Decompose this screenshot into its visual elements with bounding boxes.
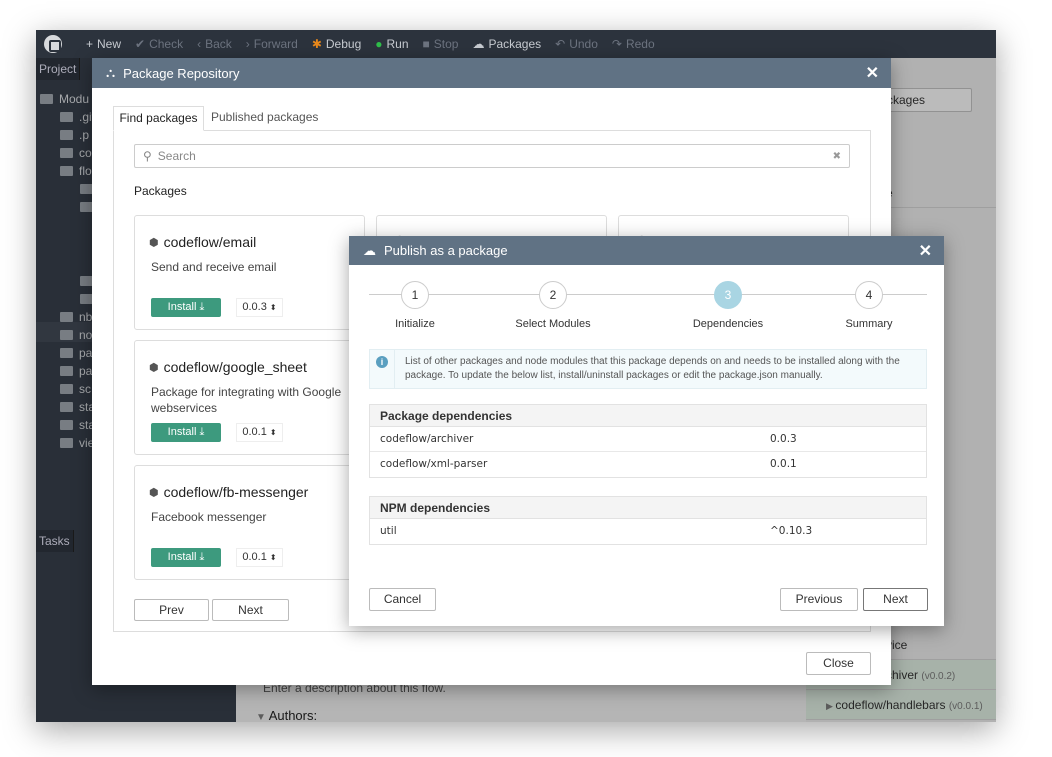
toolbar-debug[interactable]: ✱ Debug	[312, 37, 361, 51]
toolbar-undo[interactable]: ↶ Undo	[555, 37, 598, 51]
tab-find-packages[interactable]: Find packages	[113, 106, 204, 131]
cube-icon: ⬢	[149, 361, 159, 374]
step-2[interactable]: 2	[539, 281, 567, 309]
stepper-line	[369, 294, 927, 295]
sort-icon: ⬍	[269, 553, 277, 562]
sort-icon: ⬍	[269, 428, 277, 437]
package-name: codeflow/email	[163, 234, 257, 250]
cloud-icon: ☁	[472, 37, 485, 51]
cancel-button[interactable]: Cancel	[369, 588, 436, 611]
step-3[interactable]: 3	[714, 281, 742, 309]
toolbar-run[interactable]: ● Run	[375, 37, 408, 51]
sort-icon: ⬍	[269, 303, 277, 312]
search-input[interactable]: ⚲ Search ✖	[134, 144, 850, 168]
modal-header: ☁ Publish as a package ✕	[349, 236, 944, 265]
package-card: ⬢ codeflow/email Send and receive email Ins…	[134, 215, 365, 330]
info-icon: i	[376, 356, 388, 368]
prev-button[interactable]: Prev	[134, 599, 209, 621]
cloud-upload-icon: ☁	[363, 242, 376, 258]
plus-icon: +	[86, 37, 94, 51]
npm-dependencies-table: NPM dependencies util ^0.10.3	[369, 496, 927, 545]
close-button[interactable]: Close	[806, 652, 871, 675]
package-description: Package for integrating with Google webs…	[151, 385, 342, 415]
step-label: Summary	[845, 318, 893, 330]
version-select[interactable]: 0.0.3 ⬍	[236, 298, 283, 317]
stop-icon: ■	[422, 37, 430, 51]
version-select[interactable]: 0.0.1 ⬍	[236, 548, 283, 567]
table-row: codeflow/archiver 0.0.3	[370, 427, 926, 452]
clear-icon[interactable]: ✖	[833, 151, 841, 162]
play-icon: ●	[375, 37, 383, 51]
step-label: Initialize	[395, 318, 435, 330]
package-description: Facebook messenger	[151, 510, 267, 524]
package-description: Send and receive email	[151, 260, 277, 274]
undo-icon: ↶	[555, 37, 566, 51]
package-dependencies-table: Package dependencies codeflow/archiver 0.…	[369, 404, 927, 478]
modal-header: ⛬ Package Repository ✕	[92, 58, 891, 88]
version-value[interactable]: ^0.10.3	[770, 519, 812, 544]
download-icon: ⤓	[199, 301, 205, 313]
table-row: codeflow/xml-parser 0.0.1	[370, 452, 926, 477]
publish-package-modal: ☁ Publish as a package ✕ 1 Initialize 2 Sele…	[349, 236, 944, 626]
toolbar-new[interactable]: + New	[86, 37, 121, 51]
chevron-right-icon: ›	[245, 37, 250, 51]
package-card: ⬢ codeflow/fb-messenger Facebook messenger…	[134, 465, 365, 580]
package-card: ⬢ codeflow/google_sheet Package for integr…	[134, 340, 365, 455]
step-1[interactable]: 1	[401, 281, 429, 309]
cube-icon: ⬢	[149, 236, 159, 249]
install-button[interactable]: Install ⤓	[151, 298, 221, 317]
table-row: util ^0.10.3	[370, 519, 926, 544]
next-button[interactable]: Next	[212, 599, 289, 621]
chevron-left-icon: ‹	[197, 37, 202, 51]
version-value: 0.0.1	[770, 458, 797, 470]
close-icon[interactable]: ✕	[866, 63, 879, 83]
package-name: codeflow/fb-messenger	[163, 484, 309, 500]
next-button[interactable]: Next	[863, 588, 928, 611]
step-label: Dependencies	[692, 318, 764, 330]
close-icon[interactable]: ✕	[919, 241, 932, 261]
previous-button[interactable]: Previous	[780, 588, 858, 611]
step-4[interactable]: 4	[855, 281, 883, 309]
toolbar-forward[interactable]: › Forward	[246, 37, 298, 51]
step-label: Select Modules	[515, 318, 591, 330]
download-icon: ⤓	[199, 551, 205, 563]
cubes-icon: ⛬	[106, 65, 116, 80]
toolbar-check[interactable]: ✔ Check	[135, 37, 183, 51]
toolbar-redo[interactable]: ↷ Redo	[612, 37, 655, 51]
cube-icon: ⬢	[149, 486, 159, 499]
toolbar-back[interactable]: ‹ Back	[197, 37, 232, 51]
check-icon: ✔	[135, 37, 146, 51]
toolbar-stop[interactable]: ■ Stop	[423, 37, 459, 51]
bug-icon: ✱	[311, 37, 322, 51]
version-value: 0.0.3	[770, 433, 797, 445]
install-button[interactable]: Install ⤓	[151, 423, 221, 442]
install-button[interactable]: Install ⤓	[151, 548, 221, 567]
toolbar-packages[interactable]: ☁ Packages	[472, 37, 541, 51]
tab-published-packages[interactable]: Published packages	[211, 106, 318, 131]
download-icon: ⤓	[199, 426, 205, 438]
app-logo-icon	[44, 35, 62, 53]
packages-heading: Packages	[134, 184, 187, 198]
search-icon: ⚲	[143, 149, 152, 163]
info-alert: i List of other packages and node module…	[369, 349, 927, 389]
toolbar: + New ✔ Check ‹ Back › Forward ✱ Debug ● Run ■…	[36, 30, 996, 58]
redo-icon: ↷	[611, 37, 622, 51]
version-select[interactable]: 0.0.1 ⬍	[236, 423, 283, 442]
package-name: codeflow/google_sheet	[163, 359, 307, 375]
